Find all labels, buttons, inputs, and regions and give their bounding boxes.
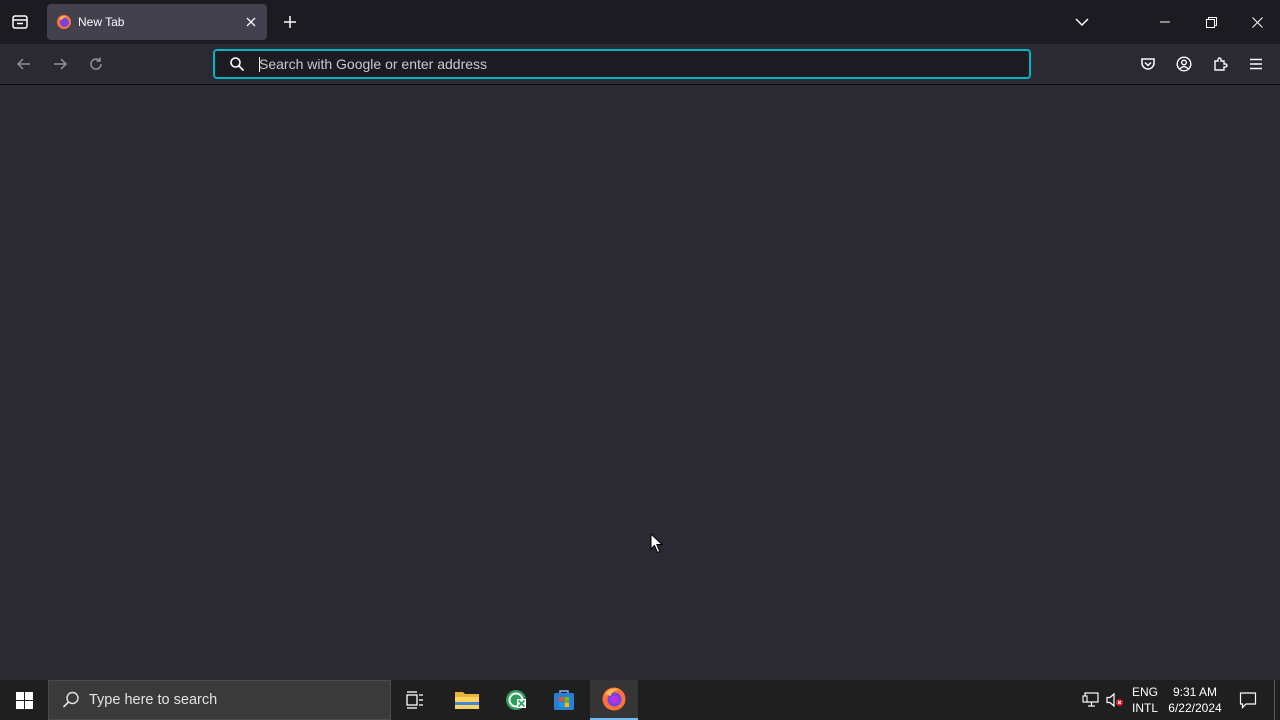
reload-button[interactable] bbox=[82, 50, 110, 78]
start-button[interactable] bbox=[0, 680, 48, 720]
puzzle-icon bbox=[1214, 57, 1228, 71]
task-view-icon bbox=[406, 691, 423, 709]
close-icon bbox=[1251, 16, 1263, 28]
taskbar-search-placeholder: Type here to search bbox=[89, 692, 218, 708]
show-desktop-button[interactable] bbox=[1274, 680, 1280, 720]
text-caret bbox=[259, 57, 260, 72]
forward-arrow-icon bbox=[54, 58, 68, 70]
taskbar: Type here to search ENG INTL 9:31 AM 6/2… bbox=[0, 680, 1280, 720]
minimize-button[interactable] bbox=[1142, 0, 1188, 44]
store-icon bbox=[554, 690, 574, 710]
file-explorer-button[interactable] bbox=[443, 680, 491, 720]
chevron-down-icon bbox=[1075, 18, 1089, 27]
close-icon bbox=[246, 17, 256, 27]
firefox-view-icon bbox=[12, 15, 28, 29]
back-arrow-icon bbox=[16, 58, 30, 70]
task-view-button[interactable] bbox=[391, 680, 439, 720]
search-icon bbox=[219, 51, 255, 77]
keyboard-layout: INTL bbox=[1131, 701, 1158, 715]
account-icon bbox=[1176, 56, 1192, 72]
taskbar-search-box[interactable]: Type here to search bbox=[48, 680, 391, 720]
network-icon[interactable] bbox=[1081, 690, 1101, 710]
folder-icon bbox=[455, 692, 479, 709]
clock-time: 9:31 AM bbox=[1172, 685, 1218, 699]
minimize-icon bbox=[1160, 21, 1170, 23]
address-input[interactable] bbox=[255, 52, 1029, 76]
navigation-toolbar bbox=[0, 44, 1280, 85]
account-button[interactable] bbox=[1170, 50, 1198, 78]
firefox-view-button[interactable] bbox=[6, 8, 34, 36]
close-tab-button[interactable] bbox=[239, 10, 263, 34]
input-language-indicator[interactable]: ENG INTL bbox=[1130, 684, 1160, 716]
back-button[interactable] bbox=[10, 50, 38, 78]
language-code: ENG bbox=[1131, 685, 1158, 699]
tab-new-tab[interactable]: New Tab bbox=[47, 4, 267, 40]
pocket-icon bbox=[1141, 58, 1155, 70]
hamburger-menu-icon bbox=[1250, 58, 1262, 70]
firefox-taskbar-button[interactable] bbox=[590, 680, 638, 720]
close-window-button[interactable] bbox=[1234, 0, 1280, 44]
system-clock[interactable]: 9:31 AM 6/22/2024 bbox=[1163, 684, 1227, 716]
browser-window: New Tab bbox=[0, 0, 1280, 680]
address-bar[interactable] bbox=[213, 49, 1031, 79]
restore-button[interactable] bbox=[1188, 0, 1234, 44]
microsoft-store-button[interactable] bbox=[540, 680, 588, 720]
notification-icon bbox=[1239, 692, 1257, 709]
plus-icon bbox=[284, 16, 296, 28]
new-tab-button[interactable] bbox=[277, 9, 303, 35]
restore-icon bbox=[1205, 16, 1217, 28]
list-all-tabs-button[interactable] bbox=[1068, 8, 1096, 36]
spreadsheet-app-button[interactable] bbox=[492, 680, 540, 720]
reload-icon bbox=[90, 57, 102, 70]
clock-date: 6/22/2024 bbox=[1168, 701, 1222, 715]
search-icon bbox=[61, 690, 81, 710]
spreadsheet-app-icon bbox=[506, 690, 526, 710]
firefox-icon bbox=[602, 687, 626, 711]
volume-muted-icon[interactable] bbox=[1105, 690, 1125, 710]
extensions-button[interactable] bbox=[1206, 50, 1234, 78]
firefox-icon bbox=[56, 14, 72, 30]
tab-title: New Tab bbox=[78, 15, 125, 29]
windows-logo-icon bbox=[15, 691, 33, 709]
pocket-button[interactable] bbox=[1134, 50, 1162, 78]
tab-strip: New Tab bbox=[0, 0, 1280, 44]
page-content bbox=[0, 86, 1280, 680]
application-menu-button[interactable] bbox=[1242, 50, 1270, 78]
mouse-cursor-icon bbox=[650, 533, 664, 554]
forward-button[interactable] bbox=[46, 50, 74, 78]
action-center-button[interactable] bbox=[1234, 680, 1262, 720]
